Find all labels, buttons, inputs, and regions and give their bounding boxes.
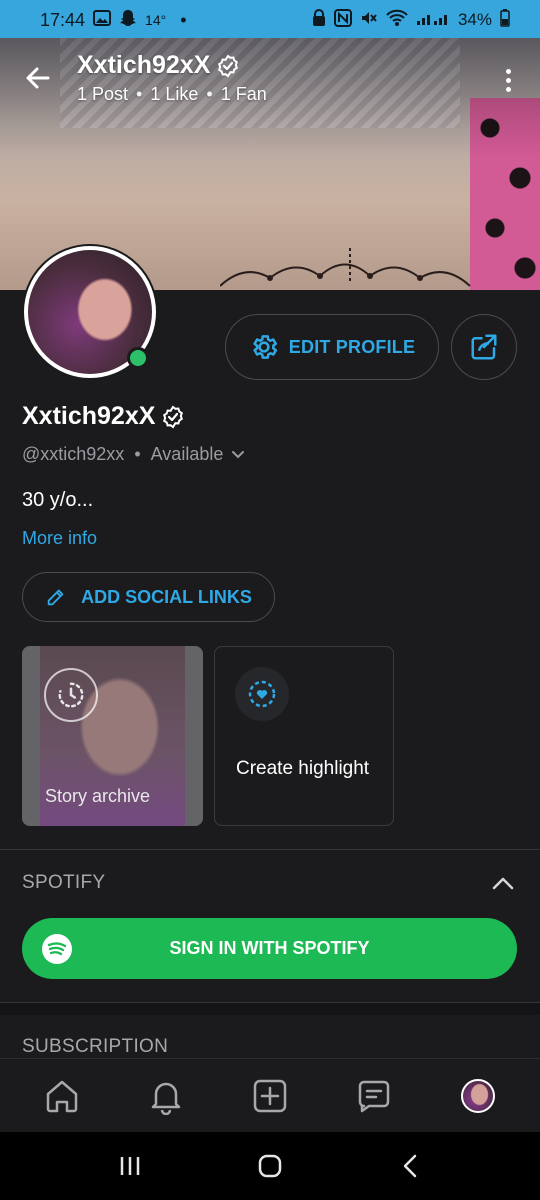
more-vertical-icon [505, 68, 511, 74]
section-divider [0, 849, 540, 850]
gallery-icon [93, 9, 112, 31]
home-icon [46, 1080, 78, 1112]
verified-badge-icon [163, 405, 184, 428]
recent-apps-button[interactable] [105, 1141, 155, 1191]
nav-home[interactable] [37, 1071, 87, 1121]
temperature: 14° [145, 12, 167, 28]
wifi-icon [386, 9, 408, 32]
profile-avatar [461, 1078, 495, 1113]
separator-dot: • [136, 84, 143, 104]
add-social-links-label: ADD SOCIAL LINKS [81, 586, 252, 607]
recents-icon [120, 1157, 140, 1175]
dot-icon: • [180, 9, 187, 30]
availability-label: Available [150, 444, 224, 464]
share-profile-button[interactable] [451, 314, 517, 380]
story-archive-label: Story archive [45, 786, 151, 806]
signal-icon [416, 10, 450, 31]
heart-circle-icon [235, 667, 289, 721]
nav-messages[interactable] [349, 1071, 399, 1121]
edit-profile-label: EDIT PROFILE [288, 336, 416, 357]
section-gap [0, 1002, 540, 1015]
bell-icon [151, 1082, 181, 1115]
battery-percentage: 34% [457, 10, 492, 29]
profile-header: Xxtich92xX 1 Post • 1 Like • 1 Fan [0, 38, 540, 128]
chevron-up-icon [492, 877, 514, 890]
header-stats: 1 Post • 1 Like • 1 Fan [77, 84, 267, 105]
story-archive-card[interactable]: Story archive [22, 646, 203, 826]
create-highlight-label: Create highlight [236, 758, 370, 779]
edit-profile-button[interactable]: EDIT PROFILE [225, 314, 439, 380]
more-info-link[interactable]: More info [22, 528, 97, 549]
snapchat-icon [119, 9, 137, 32]
more-options-button[interactable] [498, 62, 518, 98]
collapse-spotify-button[interactable] [488, 868, 518, 898]
back-button[interactable] [20, 60, 56, 96]
bottom-navigation [0, 1058, 540, 1132]
status-bar: 17:44 14° • 34% [0, 0, 540, 40]
separator-dot: • [206, 84, 213, 104]
back-system-button[interactable] [385, 1141, 435, 1191]
likes-count[interactable]: 1 Like [150, 84, 198, 105]
profile-display-name: Xxtich92xX [22, 402, 185, 431]
handle-row: @xxtich92xx • Available [22, 444, 245, 465]
history-clock-icon [44, 668, 98, 722]
vpn-icon [312, 8, 326, 32]
nfc-icon [333, 8, 352, 32]
profile-bio: 30 y/o... [22, 489, 94, 511]
header-title: Xxtich92xX [77, 51, 240, 80]
profile-name-text: Xxtich92xX [22, 402, 156, 430]
profile-handle: @xxtich92xx [22, 444, 125, 464]
nav-notifications[interactable] [141, 1071, 191, 1121]
sign-in-spotify-button[interactable]: SIGN IN WITH SPOTIFY [22, 918, 517, 979]
chevron-left-icon [403, 1154, 417, 1178]
fans-count[interactable]: 1 Fan [221, 84, 267, 105]
sign-in-spotify-label: SIGN IN WITH SPOTIFY [169, 938, 370, 958]
mute-icon [360, 9, 378, 32]
add-post-icon [253, 1079, 287, 1112]
spotify-section-title: SPOTIFY [22, 872, 106, 893]
share-icon [471, 334, 497, 360]
verified-badge-icon [218, 54, 239, 77]
add-social-links-button[interactable]: ADD SOCIAL LINKS [22, 572, 275, 622]
header-username: Xxtich92xX [77, 51, 211, 79]
availability-dropdown[interactable]: Available [151, 444, 246, 465]
chevron-down-icon [232, 450, 245, 458]
battery-icon [500, 8, 510, 32]
cover-tattoo-pattern [220, 248, 471, 287]
create-highlight-card[interactable]: Create highlight [214, 646, 394, 826]
separator-dot: • [134, 444, 141, 464]
subscription-section-title: SUBSCRIPTION [22, 1036, 169, 1057]
spotify-icon [42, 934, 72, 964]
home-circle-icon [258, 1154, 282, 1178]
status-time: 17:44 [40, 9, 86, 30]
system-navigation-bar [0, 1132, 540, 1200]
online-status-indicator [127, 347, 149, 369]
messages-icon [358, 1080, 390, 1112]
nav-add-post[interactable] [245, 1071, 295, 1121]
posts-count[interactable]: 1 Post [77, 84, 128, 105]
gear-icon [253, 335, 277, 359]
nav-profile[interactable] [453, 1071, 503, 1121]
arrow-left-icon [26, 67, 50, 89]
home-system-button[interactable] [245, 1141, 295, 1191]
pencil-icon [47, 589, 64, 606]
